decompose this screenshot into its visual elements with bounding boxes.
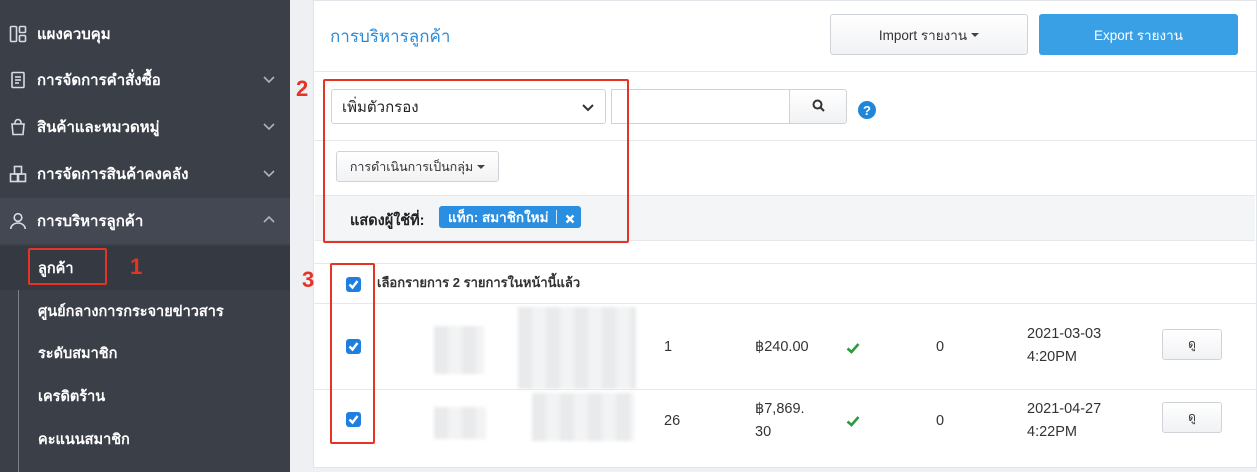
time: 4:22PM <box>1027 424 1077 440</box>
redacted-customer-info <box>518 307 636 389</box>
date: 2021-04-27 <box>1027 401 1102 417</box>
annotation-number-2: 2 <box>296 76 309 101</box>
submenu-item-label: คะแนนสมาชิก <box>38 431 130 448</box>
redacted-customer-info <box>532 393 634 441</box>
sidebar-item-inventory[interactable]: การจัดการสินค้าคงคลัง <box>0 151 290 197</box>
search-button[interactable] <box>789 89 847 124</box>
chevron-down-icon[interactable] <box>262 119 276 133</box>
submenu-item-store-credit[interactable]: เครดิตร้าน <box>38 381 105 411</box>
sidebar-item-label: การจัดการสินค้าคงคลัง <box>37 166 189 183</box>
sidebar-item-products[interactable]: สินค้าและหมวดหมู่ <box>0 104 290 150</box>
points: 0 <box>936 413 945 429</box>
help-icon[interactable]: ? <box>858 101 876 119</box>
order-count: 1 <box>664 339 673 355</box>
warehouse-icon <box>8 164 28 184</box>
annotation-box-3 <box>330 263 375 444</box>
page-title: การบริหารลูกค้า <box>330 27 451 46</box>
annotation-number-3: 3 <box>302 267 315 292</box>
sidebar-item-customers[interactable]: การบริหารลูกค้า <box>0 198 290 244</box>
search-icon <box>812 99 825 115</box>
import-report-button[interactable]: Import รายงาน <box>830 14 1028 55</box>
order-list-icon <box>8 70 28 90</box>
sidebar-item-dashboard[interactable]: แผงควบคุม <box>0 11 290 57</box>
export-report-label: Export รายงาน <box>1094 27 1183 43</box>
annotation-number-1: 1 <box>130 254 143 279</box>
points: 0 <box>936 339 945 355</box>
total-amount: ฿7,869. <box>755 401 805 417</box>
shopping-bag-icon <box>8 117 28 137</box>
export-report-button[interactable]: Export รายงาน <box>1039 14 1238 55</box>
check-icon <box>845 413 861 429</box>
view-button[interactable]: ดู <box>1162 402 1222 433</box>
submenu-item-label: เครดิตร้าน <box>38 388 106 405</box>
divider <box>314 71 1256 72</box>
annotation-box-1 <box>28 248 107 285</box>
sidebar-item-label: สินค้าและหมวดหมู่ <box>37 119 160 136</box>
sidebar-item-orders[interactable]: การจัดการคำสั่งซื้อ <box>0 57 290 103</box>
time: 4:20PM <box>1027 349 1077 365</box>
submenu-item-label: ระดับสมาชิก <box>38 345 118 362</box>
chevron-down-icon[interactable] <box>262 72 276 86</box>
caret-down-icon <box>971 32 980 37</box>
annotation-box-2 <box>323 79 629 243</box>
view-button-label: ดู <box>1188 410 1196 424</box>
chevron-down-icon[interactable] <box>262 166 276 180</box>
view-button[interactable]: ดู <box>1162 329 1222 360</box>
dashboard-icon <box>8 24 28 44</box>
chevron-up-icon[interactable] <box>262 213 276 227</box>
total-amount: ฿240.00 <box>755 339 809 355</box>
divider <box>314 389 1256 390</box>
submenu-item-membership-tier[interactable]: ระดับสมาชิก <box>38 338 117 368</box>
sidebar-item-label: แผงควบคุม <box>37 26 111 43</box>
total-amount-cont: 30 <box>755 424 772 440</box>
search-input[interactable] <box>611 89 789 124</box>
divider <box>314 263 1256 264</box>
redacted-avatar <box>434 326 484 374</box>
import-report-label: Import รายงาน <box>878 27 968 43</box>
check-icon <box>845 340 861 356</box>
date: 2021-03-03 <box>1027 326 1102 342</box>
sidebar-item-label: การบริหารลูกค้า <box>37 213 144 230</box>
divider <box>314 303 1256 304</box>
view-button-label: ดู <box>1188 337 1196 351</box>
submenu-item-member-points[interactable]: คะแนนสมาชิก <box>38 424 130 454</box>
sidebar-item-label: การจัดการคำสั่งซื้อ <box>37 72 161 89</box>
sidebar: แผงควบคุม การจัดการคำสั่งซื้อ สินค้าและห… <box>0 0 290 472</box>
submenu-item-broadcast[interactable]: ศูนย์กลางการกระจายข่าวสาร <box>38 296 224 326</box>
selection-summary: เลือกรายการ 2 รายการในหน้านี้แล้ว <box>377 275 581 290</box>
submenu-item-label: ศูนย์กลางการกระจายข่าวสาร <box>38 303 224 320</box>
redacted-avatar <box>434 407 486 439</box>
user-icon <box>8 211 28 231</box>
order-count: 26 <box>664 413 681 429</box>
